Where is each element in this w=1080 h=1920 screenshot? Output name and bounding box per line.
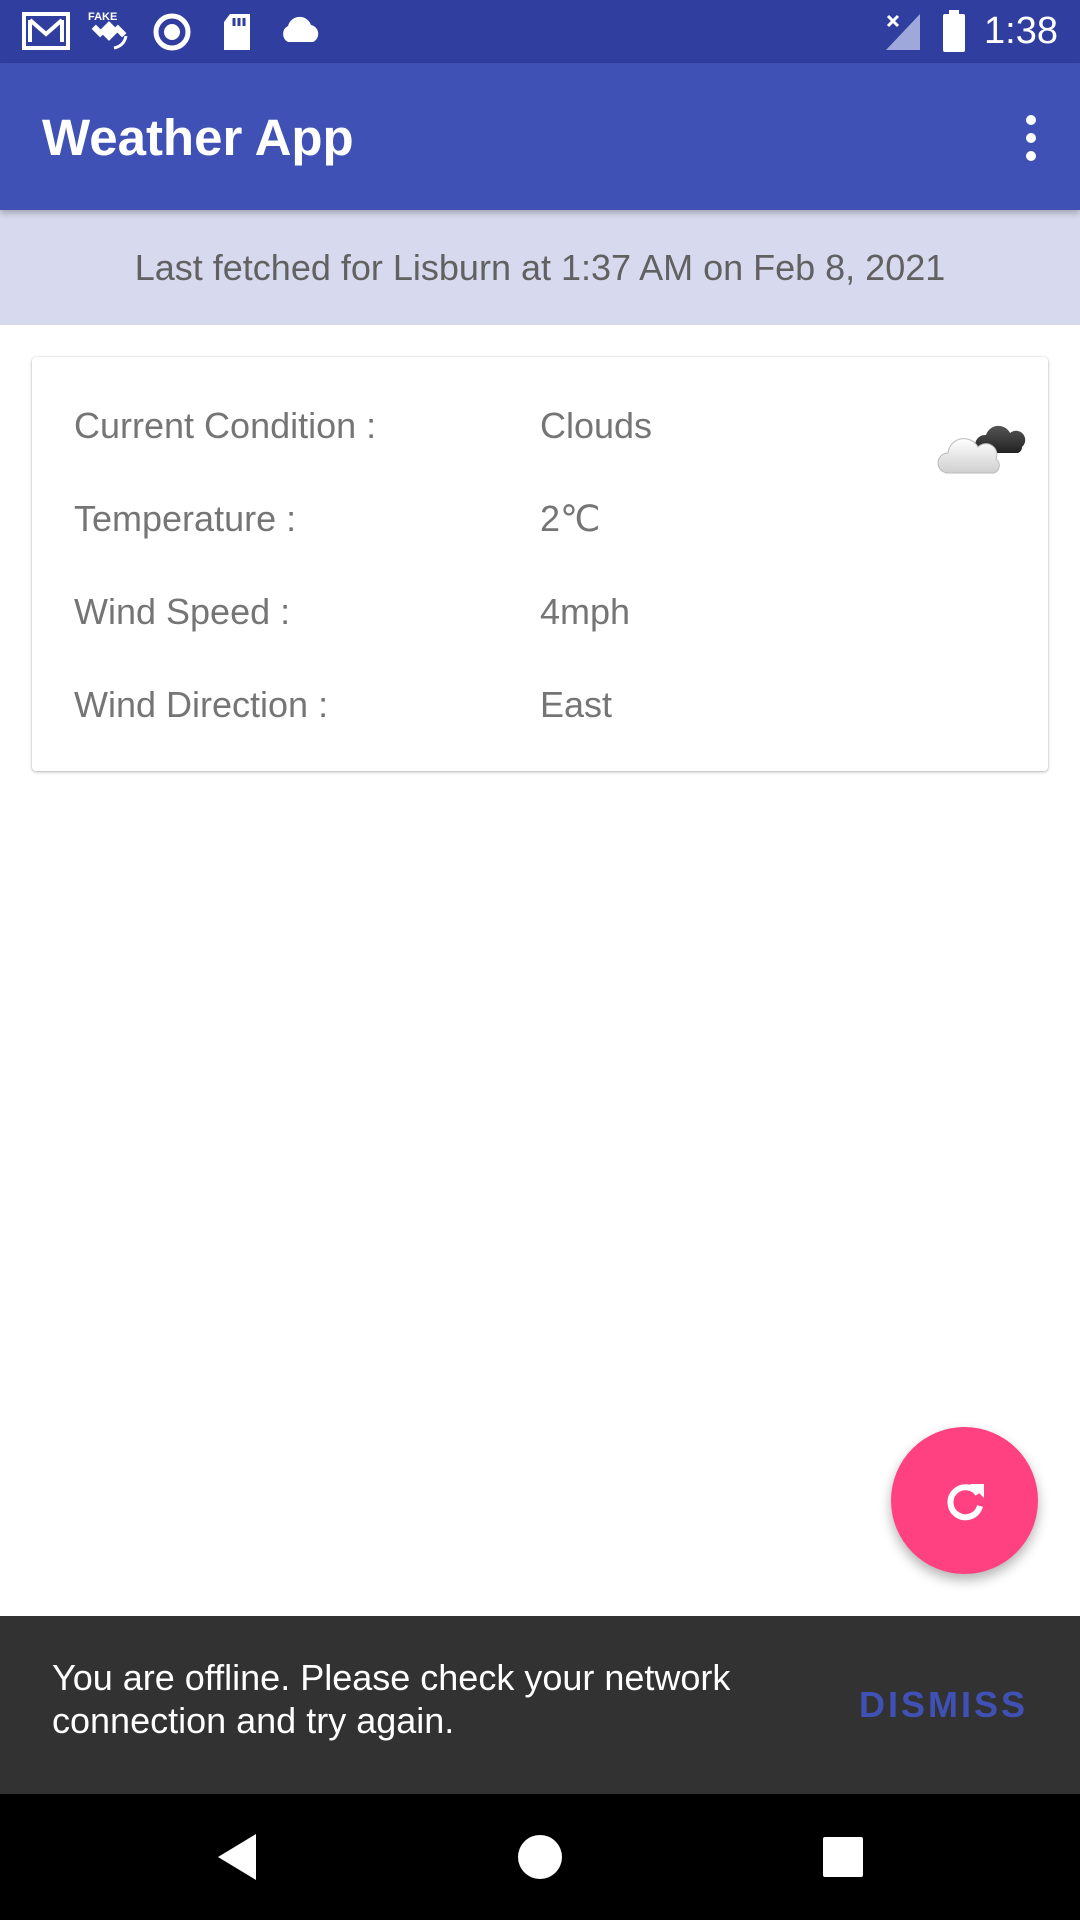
refresh-button[interactable] [891, 1427, 1038, 1574]
back-icon[interactable] [204, 1824, 270, 1890]
recents-icon[interactable] [810, 1824, 876, 1890]
home-icon[interactable] [507, 1824, 573, 1890]
last-fetched-text: Last fetched for Lisburn at 1:37 AM on F… [134, 246, 946, 288]
wind-direction-value: East [540, 684, 613, 725]
snackbar-message: You are offline. Please check your netwo… [52, 1657, 731, 1741]
more-vert-icon[interactable] [1000, 101, 1060, 173]
record-icon [153, 13, 191, 51]
weather-card: Current Condition : Clouds Temperature :… [32, 357, 1048, 771]
gmail-icon [22, 12, 70, 50]
condition-label: Current Condition : [74, 405, 377, 446]
wind-direction-row: Wind Direction : East [74, 684, 774, 734]
signal-icon [886, 14, 920, 50]
temperature-value: 2℃ [540, 498, 601, 539]
fake-gps-icon: FAKE [88, 11, 128, 50]
app-bar: Weather App [0, 63, 1080, 210]
app-title: Weather App [42, 109, 354, 166]
status-time: 1:38 [984, 10, 1058, 52]
offline-snackbar: You are offline. Please check your netwo… [0, 1616, 1080, 1794]
wind-speed-row: Wind Speed : 4mph [74, 591, 774, 641]
wind-speed-value: 4mph [540, 591, 631, 632]
refresh-icon [946, 1483, 984, 1520]
dismiss-button[interactable]: DISMISS [859, 1684, 1028, 1726]
cloud-icon [283, 16, 319, 42]
svg-text:FAKE: FAKE [88, 11, 117, 23]
wind-speed-label: Wind Speed : [74, 591, 291, 632]
status-bar: FAKE 1:38 [0, 0, 1080, 63]
navigation-bar [0, 1794, 1080, 1920]
last-fetched-banner: Last fetched for Lisburn at 1:37 AM on F… [0, 210, 1080, 325]
clouds-icon [937, 425, 1026, 474]
condition-value: Clouds [540, 405, 653, 446]
battery-icon [943, 10, 965, 52]
temperature-label: Temperature : [74, 498, 297, 539]
temperature-row: Temperature : 2℃ [74, 498, 774, 548]
condition-row: Current Condition : Clouds [74, 405, 774, 455]
wind-direction-label: Wind Direction : [74, 684, 329, 725]
sd-card-icon [224, 14, 250, 50]
